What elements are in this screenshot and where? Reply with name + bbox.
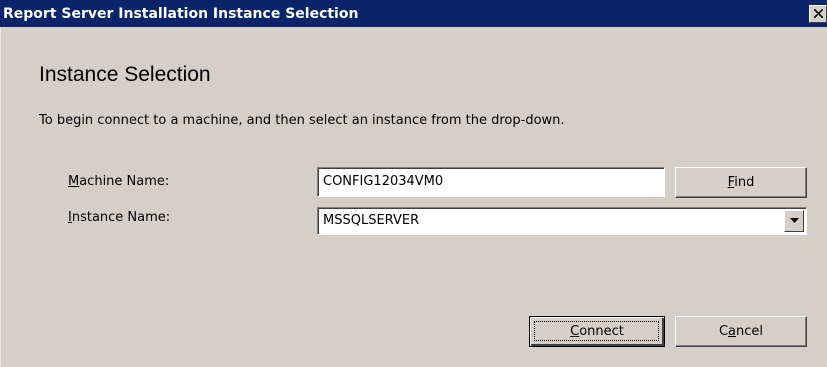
window-edge — [0, 27, 1, 367]
instance-name-selected: MSSQLSERVER — [323, 213, 420, 228]
connect-button-accel: C — [570, 324, 580, 339]
close-button[interactable] — [809, 5, 827, 23]
machine-name-input[interactable]: CONFIG12034VM0 — [317, 167, 665, 197]
dropdown-arrow-button[interactable] — [784, 210, 804, 232]
instance-name-dropdown[interactable]: MSSQLSERVER — [317, 207, 807, 235]
machine-name-label-accel: M — [68, 174, 80, 189]
dialog-window: Report Server Installation Instance Sele… — [0, 0, 827, 367]
cancel-button[interactable]: Cancel — [675, 316, 807, 347]
instructions-text: To begin connect to a machine, and then … — [39, 113, 565, 128]
cancel-button-label: ncel — [736, 324, 764, 339]
window-title: Report Server Installation Instance Sele… — [3, 6, 359, 22]
chevron-down-icon — [790, 218, 799, 223]
cancel-button-pre: C — [718, 324, 729, 339]
find-button[interactable]: Find — [675, 167, 807, 198]
find-button-label: ind — [734, 175, 755, 190]
machine-name-label-text: achine Name: — [79, 174, 170, 189]
title-bar[interactable]: Report Server Installation Instance Sele… — [0, 0, 827, 27]
connect-button[interactable]: Connect — [529, 316, 665, 347]
cancel-button-accel: a — [728, 324, 737, 339]
instance-name-label: Instance Name: — [68, 210, 170, 226]
machine-name-label: Machine Name: — [68, 174, 169, 190]
connect-button-label: onnect — [579, 324, 624, 339]
page-title: Instance Selection — [39, 63, 211, 86]
instance-name-label-text: nstance Name: — [71, 210, 171, 225]
close-x-icon — [814, 9, 823, 18]
